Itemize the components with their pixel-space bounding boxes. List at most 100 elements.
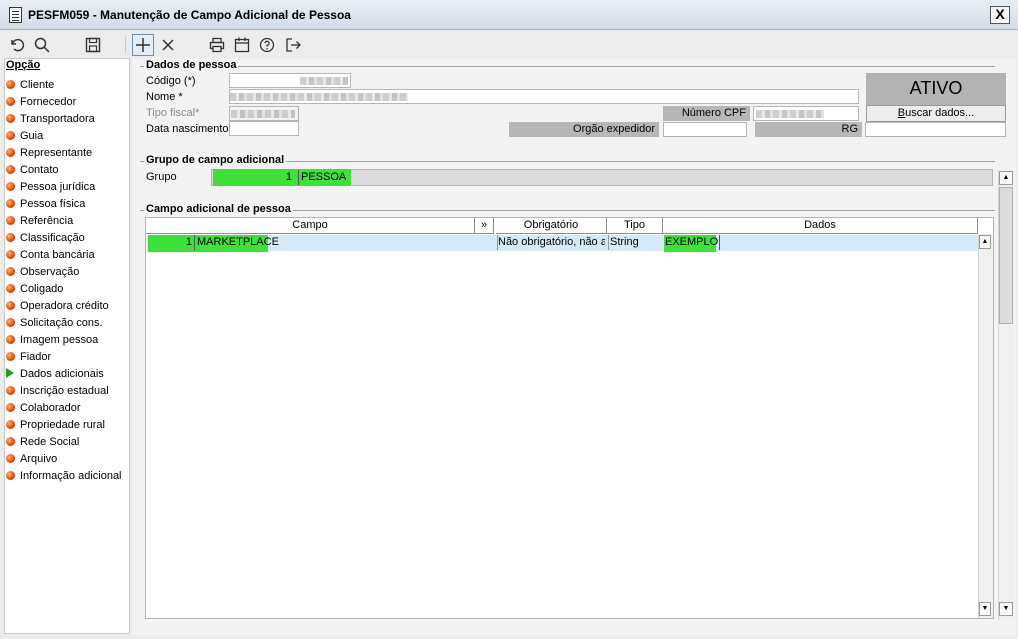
sidebar-item-label: Cliente [20, 79, 55, 91]
buscar-dados-button[interactable]: Buscar dados... [866, 105, 1006, 122]
sidebar-item[interactable]: Imagem pessoa [6, 332, 98, 349]
sidebar-item-label: Referência [20, 215, 74, 227]
sidebar-item[interactable]: Coligado [6, 281, 63, 298]
sidebar-item[interactable]: Transportadora [6, 111, 95, 128]
rg-label: RG [755, 122, 862, 137]
sidebar-item[interactable]: Pessoa jurídica [6, 179, 95, 196]
sidebar-item-label: Arquivo [20, 453, 58, 465]
sidebar-item[interactable]: Classificação [6, 230, 85, 247]
bullet-icon [6, 250, 15, 259]
sidebar-item-label: Inscrição estadual [20, 385, 109, 397]
row-campo: MARKETPLACE [194, 235, 279, 250]
codigo-value-redacted [300, 77, 348, 85]
bullet-icon [6, 301, 15, 310]
col-dados[interactable]: Dados [663, 218, 978, 234]
bullet-icon [6, 403, 15, 412]
bullet-icon [6, 199, 15, 208]
undo-icon[interactable] [6, 34, 28, 56]
data-nascimento-input[interactable] [229, 121, 299, 136]
sidebar-item[interactable]: Fornecedor [6, 94, 76, 111]
close-icon[interactable] [157, 34, 179, 56]
sidebar-item-label: Operadora crédito [20, 300, 109, 312]
sidebar-item[interactable]: Representante [6, 145, 92, 162]
sidebar-item-label: Propriedade rural [20, 419, 105, 431]
sidebar-item[interactable]: Cliente [6, 77, 54, 94]
search-icon[interactable] [31, 34, 53, 56]
sidebar-item[interactable]: Observação [6, 264, 79, 281]
help-icon[interactable] [256, 34, 278, 56]
col-obrigatorio[interactable]: Obrigatório [496, 218, 607, 234]
sidebar-item[interactable]: Contato [6, 162, 59, 179]
add-icon[interactable] [132, 34, 154, 56]
bullet-icon [6, 471, 15, 480]
sidebar-item-label: Pessoa jurídica [20, 181, 96, 193]
data-nascimento-label: Data nascimento [146, 123, 229, 135]
bullet-icon [6, 182, 15, 191]
sidebar-item[interactable]: Colaborador [6, 400, 81, 417]
status-badge: ATIVO [866, 73, 1006, 105]
col-expand[interactable]: » [475, 218, 494, 234]
scroll-down-icon[interactable]: ▼ [979, 602, 991, 616]
bullet-icon [6, 80, 15, 89]
sidebar-item[interactable]: Propriedade rural [6, 417, 105, 434]
sidebar-item[interactable]: Inscrição estadual [6, 383, 109, 400]
tipo-fiscal-value-redacted [231, 110, 295, 118]
exit-icon[interactable] [282, 34, 304, 56]
sidebar-item[interactable]: Solicitação cons. [6, 315, 103, 332]
sidebar-item-label: Colaborador [20, 402, 81, 414]
print-icon[interactable] [206, 34, 228, 56]
bullet-icon [6, 148, 15, 157]
sidebar-item[interactable]: Pessoa física [6, 196, 85, 213]
sidebar-item-label: Dados adicionais [20, 368, 104, 380]
sidebar-item[interactable]: Arquivo [6, 451, 57, 468]
sidebar-item[interactable]: Conta bancária [6, 247, 95, 264]
sidebar-item-label: Pessoa física [20, 198, 86, 210]
main-scroll-down-icon[interactable]: ▼ [999, 602, 1013, 616]
document-icon [9, 7, 22, 23]
main-scroll-up-icon[interactable]: ▲ [999, 171, 1013, 185]
bullet-icon [6, 233, 15, 242]
arrow-right-icon [6, 368, 14, 378]
col-campo[interactable]: Campo [146, 218, 475, 234]
col-tipo[interactable]: Tipo [607, 218, 663, 234]
orgao-expedidor-input[interactable] [663, 122, 747, 137]
sidebar-item[interactable]: Rede Social [6, 434, 79, 451]
sidebar-item-label: Coligado [20, 283, 64, 295]
bullet-icon [6, 386, 15, 395]
rg-input[interactable] [865, 122, 1006, 137]
codigo-label: Código (*) [146, 75, 196, 87]
sidebar-item[interactable]: Fiador [6, 349, 51, 366]
close-window-button[interactable]: X [990, 6, 1010, 24]
sidebar-item-label: Representante [20, 147, 93, 159]
sidebar-item-label: Conta bancária [20, 249, 95, 261]
bullet-icon [6, 420, 15, 429]
main-scroll-thumb[interactable] [999, 187, 1013, 324]
scroll-up-icon[interactable]: ▲ [979, 235, 991, 249]
sidebar-item[interactable]: Operadora crédito [6, 298, 109, 315]
sidebar-item-label: Guia [20, 130, 44, 142]
sidebar-item[interactable]: Dados adicionais [6, 366, 104, 383]
dados-pessoa-title: Dados de pessoa [144, 59, 239, 71]
grupo-title: Grupo de campo adicional [144, 154, 287, 166]
bullet-icon [6, 267, 15, 276]
row-dados: EXEMPLO [665, 235, 721, 250]
save-icon[interactable] [82, 34, 104, 56]
bullet-icon [6, 437, 15, 446]
tipo-fiscal-label: Tipo fiscal* [146, 107, 200, 119]
sidebar-item-label: Classificação [20, 232, 85, 244]
sidebar-item[interactable]: Referência [6, 213, 73, 230]
bullet-icon [6, 216, 15, 225]
bullet-icon [6, 97, 15, 106]
orgao-expedidor-label: Orgão expedidor [509, 122, 659, 137]
sidebar-item-label: Fornecedor [20, 96, 77, 108]
sidebar-item[interactable]: Guia [6, 128, 43, 145]
numero-cpf-label: Número CPF [663, 106, 750, 121]
options-heading: Opção [6, 59, 41, 71]
row-code: 1 [185, 236, 192, 248]
toolbar-divider [125, 36, 126, 53]
bullet-icon [6, 335, 15, 344]
sidebar-item[interactable]: Informação adicional [6, 468, 122, 485]
calendar-icon[interactable] [231, 34, 253, 56]
campo-table[interactable]: Campo » Obrigatório Tipo Dados 1 MARKETP… [145, 217, 994, 619]
table-scrollbar[interactable] [978, 234, 993, 618]
